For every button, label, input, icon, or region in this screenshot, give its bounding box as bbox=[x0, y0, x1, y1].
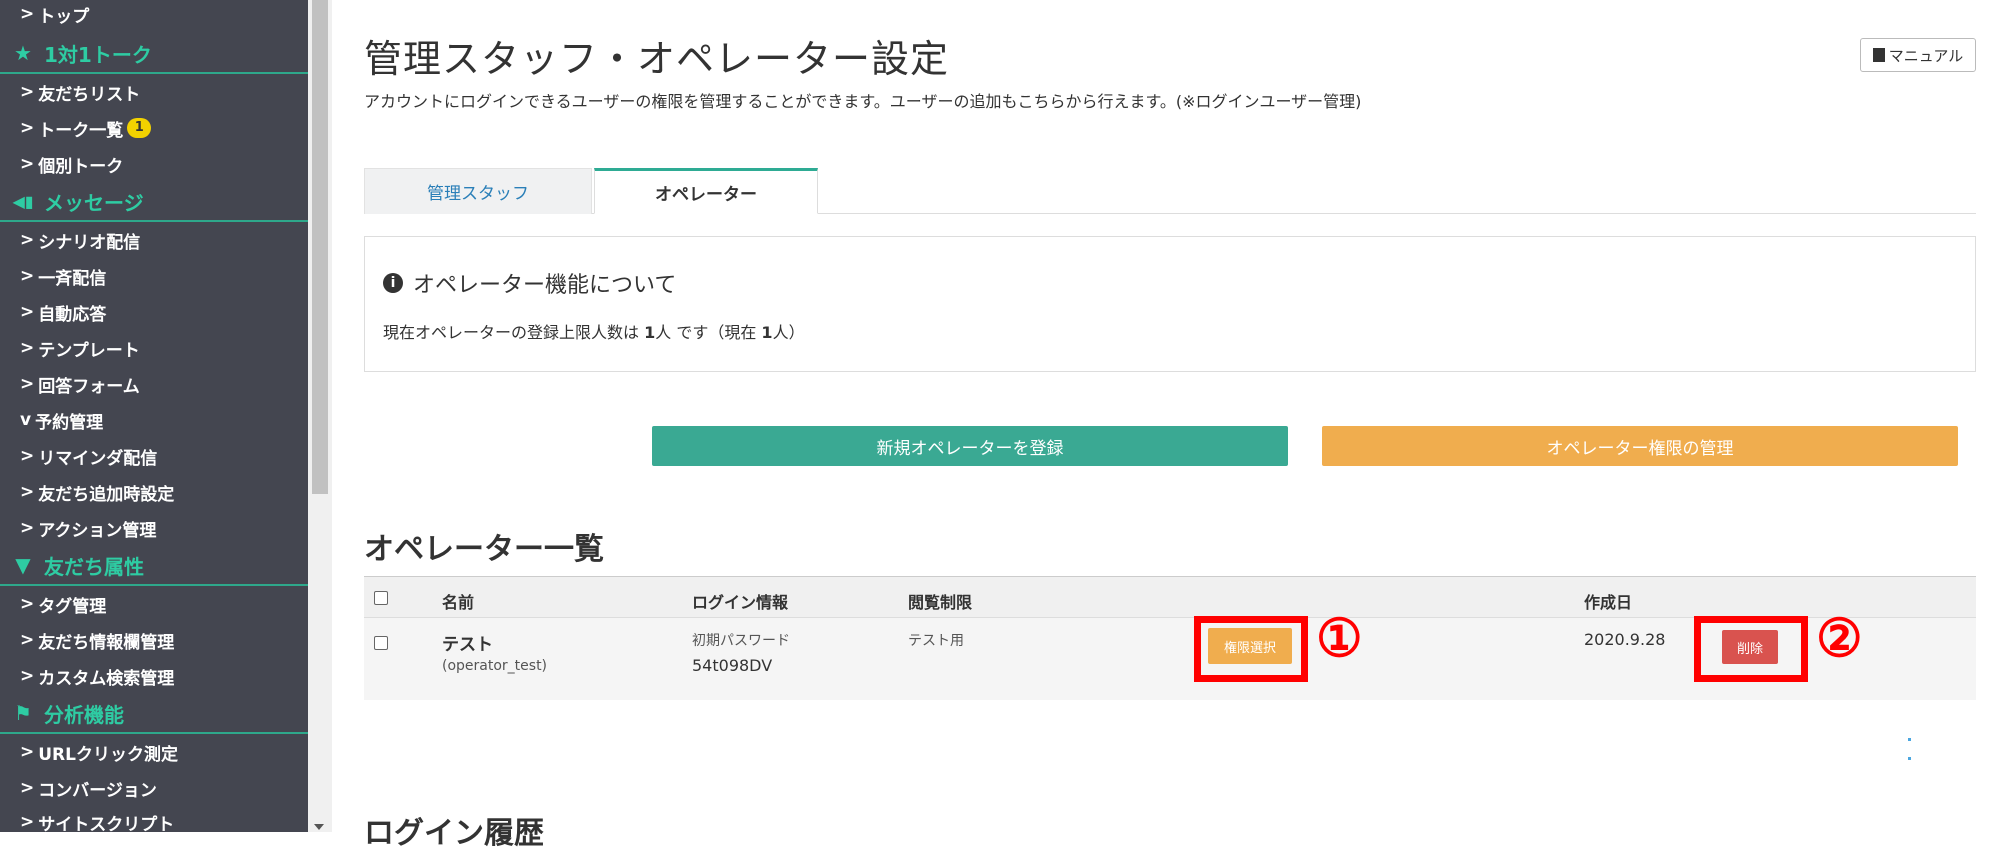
sidebar-item-template[interactable]: > テンプレート bbox=[0, 330, 308, 366]
sidebar-section-analytics[interactable]: ⚑ 分析機能 bbox=[0, 694, 308, 734]
sidebar-item-label: リマインダ配信 bbox=[38, 448, 158, 469]
tab-bar: 管理スタッフ オペレーター bbox=[364, 168, 1976, 214]
sidebar-item-label: 個別トーク bbox=[38, 156, 124, 177]
sidebar-item-label: サイトスクリプト bbox=[38, 814, 175, 833]
column-header-login: ログイン情報 bbox=[692, 593, 789, 612]
operator-login-id: (operator_test) bbox=[442, 658, 548, 674]
manual-button-label: マニュアル bbox=[1888, 46, 1964, 65]
created-date: 2020.9.28 bbox=[1584, 630, 1666, 649]
column-header-name: 名前 bbox=[442, 593, 475, 612]
sidebar-item-friend-add-settings[interactable]: > 友だち追加時設定 bbox=[0, 474, 308, 510]
sidebar: > トップ ★ 1対1トーク > 友だちリスト > トーク一覧 1 > 個別トーク ◀▮ メッ… bbox=[0, 0, 308, 832]
operator-info-panel: i オペレーター機能について 現在オペレーターの登録上限人数は 1人 です（現在 … bbox=[364, 236, 1976, 372]
operator-limit: 1 bbox=[644, 323, 656, 342]
select-all-checkbox[interactable] bbox=[374, 591, 388, 605]
sidebar-item-label: 自動応答 bbox=[38, 304, 107, 325]
sidebar-item-label: URLクリック測定 bbox=[38, 744, 178, 765]
sidebar-item-scenario[interactable]: > シナリオ配信 bbox=[0, 222, 308, 258]
star-icon: ★ bbox=[14, 41, 32, 65]
sidebar-scrollbar[interactable] bbox=[308, 0, 332, 832]
sidebar-item-action-management[interactable]: > アクション管理 bbox=[0, 510, 308, 546]
column-header-restriction: 閲覧制限 bbox=[908, 593, 973, 612]
operator-name: テスト bbox=[442, 635, 493, 655]
sidebar-section-label: 1対1トーク bbox=[44, 42, 152, 67]
highlight-box-2 bbox=[1694, 616, 1808, 682]
sidebar-item-url-click[interactable]: > URLクリック測定 bbox=[0, 734, 308, 770]
sidebar-item-tag-management[interactable]: > タグ管理 bbox=[0, 586, 308, 622]
sidebar-item-reminder[interactable]: > リマインダ配信 bbox=[0, 438, 308, 474]
page-title: 管理スタッフ・オペレーター設定 bbox=[364, 37, 950, 81]
sidebar-item-reservation[interactable]: v 予約管理 bbox=[0, 402, 308, 438]
sidebar-item-label: 友だち情報欄管理 bbox=[38, 632, 175, 653]
sidebar-section-message[interactable]: ◀▮ メッセージ bbox=[0, 182, 308, 222]
tab-operator[interactable]: オペレーター bbox=[594, 168, 818, 214]
sidebar-item-label: テンプレート bbox=[38, 340, 140, 361]
sidebar-section-label: メッセージ bbox=[44, 190, 144, 215]
sidebar-item-friend-info-fields[interactable]: > 友だち情報欄管理 bbox=[0, 622, 308, 658]
sidebar-item-label: タグ管理 bbox=[38, 596, 107, 617]
sidebar-item-label: トーク一覧 bbox=[38, 120, 124, 141]
sidebar-item-top[interactable]: > トップ bbox=[0, 0, 308, 32]
page-description: アカウントにログインできるユーザーの権限を管理することができます。ユーザーの追加… bbox=[364, 92, 1362, 111]
password-label: 初期パスワード bbox=[692, 633, 790, 649]
login-history-title: ログイン履歴 bbox=[364, 816, 544, 851]
row-checkbox[interactable] bbox=[374, 636, 388, 650]
sidebar-item-label: コンバージョン bbox=[38, 780, 157, 801]
annotation-marker-2: ② bbox=[1816, 608, 1863, 669]
sidebar-item-label: 一斉配信 bbox=[38, 268, 107, 289]
operator-permission-manage-button[interactable]: オペレーター権限の管理 bbox=[1322, 426, 1958, 466]
table-header: 名前 ログイン情報 閲覧制限 作成日 bbox=[364, 576, 1976, 618]
pagination[interactable] bbox=[1908, 726, 1938, 760]
scrollbar-thumb[interactable] bbox=[312, 0, 328, 494]
sidebar-item-label: 友だち追加時設定 bbox=[38, 484, 175, 505]
sidebar-item-answer-form[interactable]: > 回答フォーム bbox=[0, 366, 308, 402]
operator-current: 1 bbox=[761, 323, 773, 342]
info-icon: i bbox=[383, 273, 403, 293]
annotation-marker-1: ① bbox=[1316, 608, 1363, 669]
sidebar-item-auto-reply[interactable]: > 自動応答 bbox=[0, 294, 308, 330]
sidebar-item-label: トップ bbox=[38, 6, 90, 27]
sidebar-item-label: 友だちリスト bbox=[38, 84, 141, 105]
scroll-down-arrow-icon[interactable] bbox=[314, 824, 324, 830]
sidebar-item-custom-search[interactable]: > カスタム検索管理 bbox=[0, 658, 308, 694]
info-body: 現在オペレーターの登録上限人数は 1人 です（現在 1人） bbox=[383, 323, 805, 342]
sidebar-section-friend-attributes[interactable]: ▼ 友だち属性 bbox=[0, 546, 308, 586]
operator-list-title: オペレーター一覧 bbox=[364, 532, 604, 567]
sidebar-section-label: 友だち属性 bbox=[44, 554, 144, 579]
megaphone-icon: ◀▮ bbox=[12, 191, 34, 211]
sidebar-item-label: 回答フォーム bbox=[38, 376, 140, 397]
sidebar-item-friend-list[interactable]: > 友だちリスト bbox=[0, 74, 308, 110]
sidebar-item-label: カスタム検索管理 bbox=[38, 668, 175, 689]
sidebar-section-1on1-talk[interactable]: ★ 1対1トーク bbox=[0, 34, 308, 74]
sidebar-item-label: シナリオ配信 bbox=[38, 232, 141, 253]
highlight-box-1 bbox=[1194, 616, 1308, 682]
sidebar-item-talk-list[interactable]: > トーク一覧 1 bbox=[0, 110, 308, 146]
unread-badge: 1 bbox=[127, 118, 152, 138]
sidebar-item-conversion[interactable]: > コンバージョン bbox=[0, 770, 308, 806]
sidebar-item-label: 予約管理 bbox=[35, 412, 104, 433]
manual-button[interactable]: マニュアル bbox=[1860, 38, 1976, 72]
info-heading: i オペレーター機能について bbox=[383, 267, 676, 299]
tab-admin-staff[interactable]: 管理スタッフ bbox=[364, 168, 592, 214]
column-header-created: 作成日 bbox=[1584, 593, 1633, 612]
filter-icon: ▼ bbox=[15, 553, 31, 577]
sidebar-section-label: 分析機能 bbox=[44, 702, 124, 727]
sidebar-item-individual-talk[interactable]: > 個別トーク bbox=[0, 146, 308, 182]
sidebar-item-label: アクション管理 bbox=[38, 520, 157, 541]
sidebar-item-site-script[interactable]: > サイトスクリプト bbox=[0, 804, 308, 832]
flag-icon: ⚑ bbox=[14, 701, 32, 725]
sidebar-item-broadcast[interactable]: > 一斉配信 bbox=[0, 258, 308, 294]
register-operator-button[interactable]: 新規オペレーターを登録 bbox=[652, 426, 1288, 466]
initial-password: 54t098DV bbox=[692, 656, 773, 675]
view-restriction: テスト用 bbox=[908, 633, 964, 649]
book-icon bbox=[1872, 48, 1885, 62]
